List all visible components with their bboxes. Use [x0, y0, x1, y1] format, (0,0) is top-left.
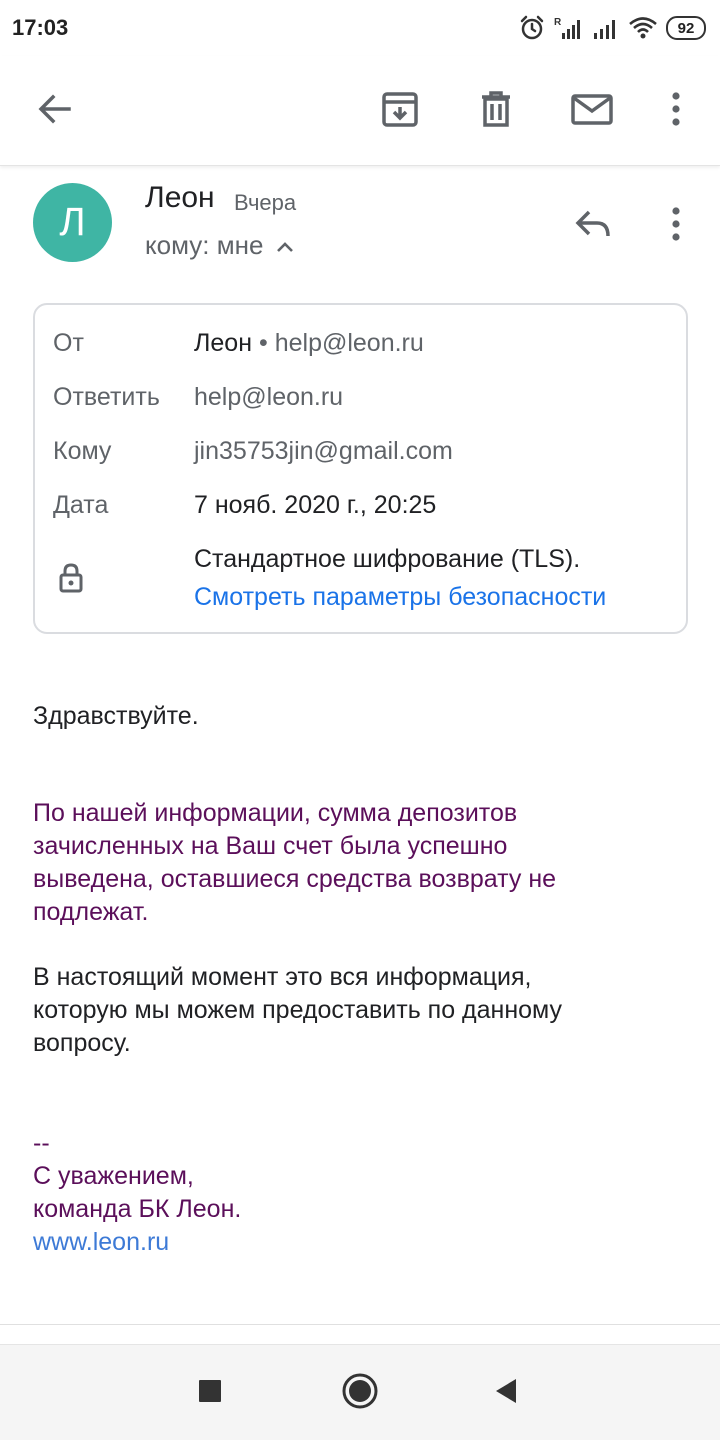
to-label: Кому	[53, 437, 112, 465]
battery-icon: 92	[666, 16, 706, 40]
reply-icon	[573, 206, 613, 247]
status-bar: 17:03 R 92	[0, 0, 720, 56]
encryption-text: Стандартное шифрование (TLS).	[194, 545, 581, 573]
security-details-link[interactable]: Смотреть параметры безопасности	[194, 583, 606, 612]
delete-icon	[476, 89, 516, 134]
square-icon	[197, 1378, 223, 1409]
signature-dash: --	[33, 1129, 50, 1157]
reply-to-value: help@leon.ru	[194, 383, 344, 411]
website-link[interactable]: www.leon.ru	[33, 1226, 241, 1259]
paragraph-info: По нашей информации, сумма депозитов зач…	[33, 797, 556, 929]
wifi-icon	[628, 15, 658, 41]
reply-button[interactable]	[565, 198, 621, 254]
greeting: Здравствуйте.	[33, 702, 199, 730]
signature-line: С уважением,	[33, 1162, 194, 1190]
from-separator: •	[258, 329, 268, 357]
mark-unread-button[interactable]	[564, 83, 620, 139]
paragraph-closing: В настоящий момент это вся информация, к…	[33, 961, 562, 1060]
alarm-icon	[518, 14, 546, 42]
archive-icon	[380, 89, 420, 134]
paragraph-line: выведена, оставшиеся средства возврату н…	[33, 865, 557, 893]
avatar[interactable]: Л	[33, 183, 112, 262]
chevron-up-icon	[275, 230, 295, 261]
sender-name: Леон	[145, 181, 215, 214]
delete-button[interactable]	[468, 83, 524, 139]
home-button[interactable]	[332, 1365, 388, 1421]
back-button[interactable]	[27, 83, 83, 139]
recipient-summary: кому: мне	[145, 230, 264, 260]
home-circle-icon	[341, 1372, 379, 1415]
mark-unread-icon	[570, 89, 614, 134]
from-value: Леон • help@leon.ru	[194, 329, 424, 358]
signature: -- С уважением, команда БК Леон. www.leo…	[33, 1127, 241, 1259]
more-vert-icon	[670, 91, 682, 132]
email-header: Л Леон Вчера кому: мне	[0, 170, 720, 280]
signal-icon	[592, 15, 620, 41]
status-icons: R 92	[518, 12, 706, 44]
from-label: От	[53, 329, 84, 357]
message-details-card: От Леон • help@leon.ru Ответить help@leo…	[33, 303, 688, 634]
back-arrow-icon	[35, 89, 75, 134]
more-options-button[interactable]	[648, 83, 704, 139]
from-name: Леон	[194, 329, 253, 357]
back-nav-button[interactable]	[478, 1365, 534, 1421]
from-email: help@leon.ru	[274, 329, 424, 357]
svg-text:R: R	[554, 17, 562, 28]
status-time: 17:03	[12, 15, 69, 40]
to-value: jin35753jin@gmail.com	[194, 437, 453, 465]
divider	[0, 1324, 720, 1325]
reply-to-label: Ответить	[53, 383, 160, 411]
paragraph-line: вопросу.	[33, 1029, 131, 1057]
signature-line: команда БК Леон.	[33, 1195, 242, 1223]
paragraph-line: которую мы можем предоставить по данному	[33, 996, 563, 1024]
triangle-back-icon	[493, 1377, 519, 1410]
system-nav-bar	[0, 1344, 720, 1440]
paragraph-line: По нашей информации, сумма депозитов	[33, 799, 518, 827]
date-value: 7 нояб. 2020 г., 20:25	[194, 491, 437, 519]
paragraph-line: подлежат.	[33, 898, 149, 926]
date-label: Дата	[53, 491, 109, 519]
paragraph-line: зачисленных на Ваш счет была успешно	[33, 832, 508, 860]
archive-button[interactable]	[372, 83, 428, 139]
recents-button[interactable]	[182, 1365, 238, 1421]
sent-time: Вчера	[234, 190, 297, 215]
more-vert-icon	[670, 206, 682, 247]
signal-roaming-icon: R	[554, 15, 584, 41]
app-toolbar	[0, 56, 720, 166]
recipient-toggle[interactable]: кому: мне	[145, 230, 295, 261]
paragraph-line: В настоящий момент это вся информация,	[33, 963, 532, 991]
lock-icon	[57, 562, 85, 599]
message-more-button[interactable]	[648, 198, 704, 254]
